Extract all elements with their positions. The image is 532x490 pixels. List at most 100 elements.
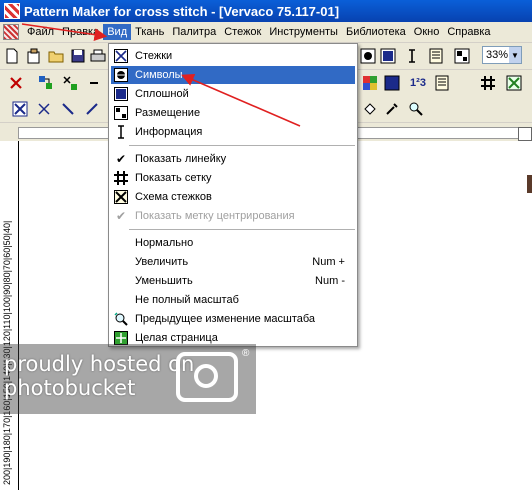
menu-palette[interactable]: Палитра [168,24,220,40]
save-icon[interactable] [68,46,88,66]
layout-icon [113,105,129,121]
eyedropper-icon[interactable] [382,99,402,119]
menu-item-label: Уменьшить [135,275,193,287]
view-menu-dropdown: Стежки Символы Сплошной Размещение Инфор… [108,43,358,347]
camera-icon [176,352,238,402]
menu-bar: Файл Правка Вид Ткань Палитра Стежок Инс… [0,22,532,43]
menu-item-label: Увеличить [135,256,189,268]
menu-file[interactable]: Файл [23,24,58,40]
menu-item-label: Размещение [135,107,201,119]
zoom-value: 33% [486,49,509,61]
menu-item-solid[interactable]: Сплошной [111,85,355,103]
menu-item-symbols[interactable]: Символы [111,66,355,84]
canvas-edge-marker [527,175,532,193]
menu-item-label: Предыдущее изменение масштаба [135,313,316,325]
menu-item-zoom-out[interactable]: Уменьшить Num - [111,272,355,290]
menu-item-stitches[interactable]: Стежки [111,47,355,65]
menu-item-show-grid[interactable]: Показать сетку [111,169,355,187]
menu-item-normal[interactable]: Нормально [111,234,355,252]
menu-item-info[interactable]: Информация [111,123,355,141]
swap-stitch-icon[interactable] [60,73,80,93]
open-folder-icon[interactable] [46,46,66,66]
symbols-view-icon[interactable] [358,46,378,66]
menu-item-stitch-diagram[interactable]: Схема стежков [111,188,355,206]
menu-item-label: Схема стежков [135,191,212,203]
zoom-magnifier-icon[interactable] [406,99,426,119]
color-swatch-icon[interactable] [360,73,380,93]
stitches-x-icon [113,48,129,64]
checkmark-icon: ✔ [115,209,127,223]
fabric-color-icon[interactable] [382,73,402,93]
half-stitch-icon[interactable] [34,99,54,119]
menu-item-previous-zoom[interactable]: Предыдущее изменение масштаба [111,310,355,328]
backstitch-icon[interactable] [82,99,102,119]
new-file-icon[interactable] [2,46,22,66]
zoom-dropdown[interactable]: 33% ▼ [482,46,522,64]
menu-icon-spacer [113,254,129,270]
menu-separator [129,145,355,146]
menu-icon-spacer [113,292,129,308]
menu-stitch[interactable]: Стежок [220,24,265,40]
print-icon[interactable] [88,46,108,66]
menu-item-partial-zoom[interactable]: Не полный масштаб [111,291,355,309]
symbol-count-button[interactable]: 1²3 [408,73,428,93]
menu-item-label: Показать линейку [135,153,227,165]
document-icon[interactable] [3,24,19,40]
registered-mark: ® [242,348,250,359]
menu-item-zoom-in[interactable]: Увеличить Num + [111,253,355,271]
zoom-history-icon [113,311,129,327]
fill-bucket-icon[interactable] [360,99,380,119]
quarter-stitch-icon[interactable] [58,99,78,119]
menu-item-label: Стежки [135,50,173,62]
info-view-icon[interactable] [402,46,422,66]
menu-view[interactable]: Вид [103,24,132,40]
solid-view-icon[interactable] [378,46,398,66]
toolbar-arrow-icon[interactable] [84,73,104,93]
menu-fabric[interactable]: Ткань [131,24,168,40]
menu-item-label: Показать метку центрирования [135,210,295,222]
title-bar: Pattern Maker for cross stitch - [Vervac… [0,0,532,22]
symbols-icon [113,67,129,83]
grid-toggle-icon[interactable] [478,73,498,93]
app-icon [4,3,20,19]
menu-item-center-mark[interactable]: ✔ Показать метку центрирования [111,207,355,225]
ruler-corner [518,127,532,141]
chart-key-icon[interactable] [432,73,452,93]
menu-edit[interactable]: Правка [58,24,103,40]
menu-item-label: Нормально [135,237,194,249]
chevron-down-icon[interactable]: ▼ [509,47,521,63]
menu-item-label: Целая страница [135,332,218,344]
grid-icon [113,170,129,186]
menu-item-shortcut: Num + [312,256,345,268]
key-list-icon[interactable] [426,46,446,66]
select-color-icon[interactable] [36,73,56,93]
watermark-line2: photobucket [4,376,136,400]
menu-item-label: Показать сетку [135,172,212,184]
full-stitch-icon[interactable] [10,99,30,119]
menu-tools[interactable]: Инструменты [265,24,342,40]
menu-item-layout[interactable]: Размещение [111,104,355,122]
menu-separator [129,229,355,230]
menu-item-label: Сплошной [135,88,189,100]
menu-item-label: Символы [135,69,183,81]
stitch-diagram-icon[interactable] [504,73,524,93]
paste-icon[interactable] [24,46,44,66]
menu-item-shortcut: Num - [315,275,345,287]
stitch-diagram-icon [113,189,129,205]
menu-icon-spacer [113,273,129,289]
window-title: Pattern Maker for cross stitch - [Vervac… [24,3,340,19]
delete-icon[interactable] [6,73,26,93]
info-cursor-icon [113,124,129,140]
checkmark-icon: ✔ [115,152,127,166]
menu-help[interactable]: Справка [443,24,494,40]
layout-icon[interactable] [452,46,472,66]
menu-item-show-ruler[interactable]: ✔ Показать линейку [111,150,355,168]
menu-library[interactable]: Библиотека [342,24,410,40]
solid-square-icon [113,86,129,102]
watermark-line1: proudly hosted on [4,352,195,376]
menu-item-label: Не полный масштаб [135,294,239,306]
vertical-ruler: 200|190|180|170|160|150|140|130|120|110|… [0,141,19,490]
menu-item-label: Информация [135,126,203,138]
watermark-text: proudly hosted on photobucket [4,352,194,400]
menu-window[interactable]: Окно [410,24,444,40]
